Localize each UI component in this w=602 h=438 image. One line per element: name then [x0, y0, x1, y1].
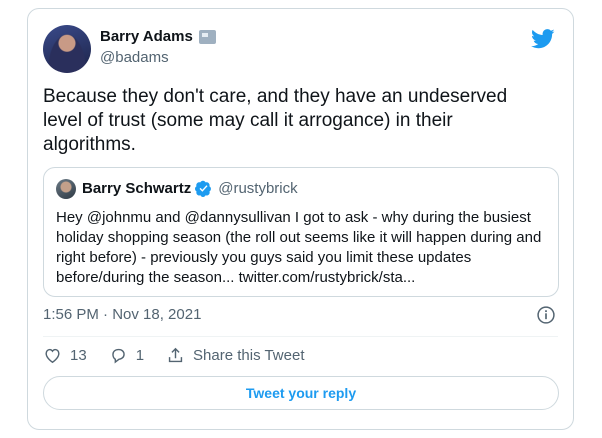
info-icon[interactable] — [536, 305, 556, 325]
share-label: Share this Tweet — [193, 347, 305, 364]
quoted-author-handle: @rustybrick — [218, 180, 298, 197]
author-avatar[interactable] — [43, 25, 91, 73]
tweet-actions: 13 1 Share this Tweet — [43, 346, 326, 365]
share-button[interactable]: Share this Tweet — [166, 346, 304, 365]
quoted-author-row: Barry Schwartz @rustybrick — [82, 180, 298, 197]
quoted-author-avatar — [56, 179, 76, 199]
like-count: 13 — [70, 347, 87, 364]
quoted-tweet-text: Hey @johnmu and @dannysullivan I got to … — [56, 209, 542, 286]
divider — [43, 336, 558, 337]
twitter-bird-icon[interactable] — [531, 29, 555, 49]
tweet-your-reply-button[interactable]: Tweet your reply — [43, 376, 559, 410]
author-handle[interactable]: @badams — [100, 49, 169, 66]
reply-action-button[interactable]: 1 — [109, 346, 144, 365]
tweet-text: Because they don't care, and they have a… — [43, 86, 508, 155]
newspaper-badge-icon — [198, 29, 216, 44]
quoted-tweet[interactable]: Barry Schwartz @rustybrick Hey @johnmu a… — [43, 167, 559, 297]
like-button[interactable]: 13 — [43, 346, 87, 365]
reply-count: 1 — [135, 347, 145, 364]
heart-icon — [45, 348, 60, 364]
author-name[interactable]: Barry Adams — [100, 28, 193, 45]
reply-icon — [111, 348, 125, 364]
verified-badge-icon — [195, 180, 212, 197]
tweet-card: Barry Adams @badams Because they don't c… — [27, 8, 574, 430]
share-icon — [168, 347, 183, 363]
author-name-row: Barry Adams — [100, 28, 216, 45]
quoted-author-name: Barry Schwartz — [82, 180, 192, 197]
tweet-timestamp[interactable]: 1:56 PM · Nov 18, 2021 — [43, 306, 201, 323]
